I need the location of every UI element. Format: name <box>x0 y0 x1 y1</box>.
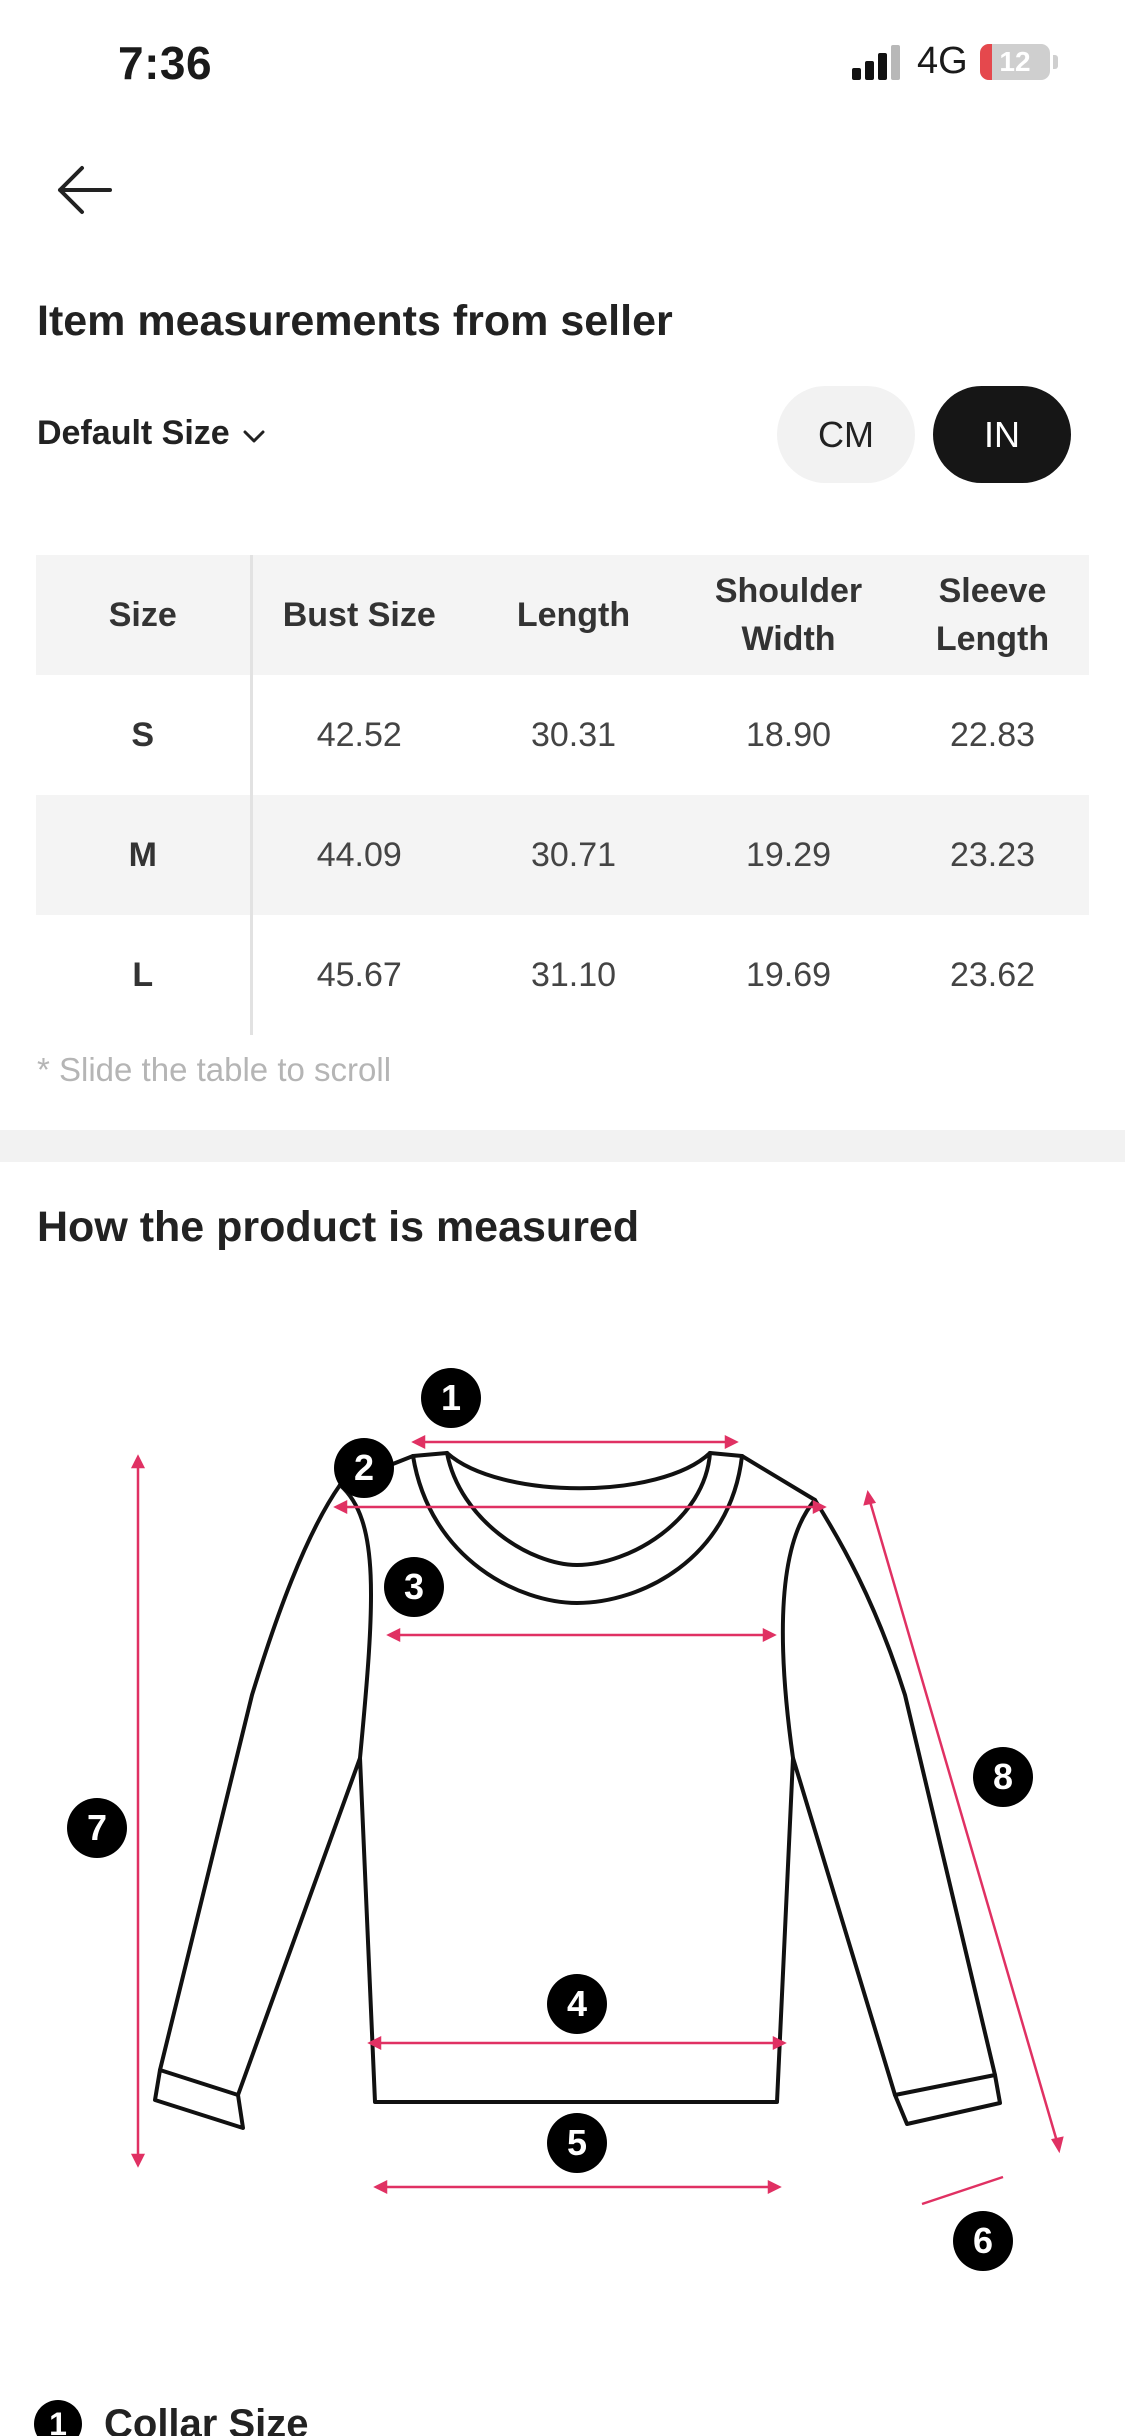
bust-cell: 44.09 <box>316 835 402 874</box>
battery-level: 12 <box>999 46 1031 77</box>
header-shoulder-width-text: Shoulder Width <box>714 572 863 658</box>
bust-cell: 45.67 <box>316 955 402 994</box>
scroll-hint: * Slide the table to scroll <box>37 1051 392 1088</box>
table-row: M 44.09 30.71 19.29 23.23 <box>36 795 1089 915</box>
battery-icon: 12 <box>980 44 1050 80</box>
marker-8: 8 <box>973 1747 1033 1807</box>
status-time: 7:36 <box>118 37 213 89</box>
marker-2-label: 2 <box>354 1447 374 1488</box>
size-cell: M <box>36 795 253 915</box>
header-bust-size: Bust Size <box>282 596 436 634</box>
unit-cm-button[interactable]: CM <box>777 386 915 483</box>
legend-item-collar-size: 1 Collar Size <box>34 2400 309 2436</box>
sweater-measurement-diagram: 1 2 3 4 5 6 7 8 <box>67 1368 1064 2271</box>
marker-3-label: 3 <box>404 1566 424 1607</box>
marker-1-label: 1 <box>441 1377 461 1418</box>
bust-cell: 42.52 <box>316 715 402 754</box>
marker-8-label: 8 <box>993 1756 1013 1797</box>
signal-icon <box>852 44 904 80</box>
header-size: Size <box>36 555 253 675</box>
marker-5: 5 <box>547 2113 607 2173</box>
status-bar: 7:36 4G 12 <box>0 0 1125 130</box>
page-title: Item measurements from seller <box>37 297 673 345</box>
header-sleeve-length-text: Sleeve Length <box>935 572 1050 658</box>
length-cell: 31.10 <box>530 955 617 994</box>
legend-label: Collar Size <box>104 2401 309 2436</box>
header-shoulder-width: Shoulder Width <box>681 555 896 675</box>
default-size-label: Default Size <box>37 414 230 452</box>
length-cell: 30.71 <box>530 835 617 874</box>
sleeve-cell: 23.62 <box>949 955 1036 994</box>
size-cell: S <box>36 675 253 795</box>
measurement-markers: 1 2 3 4 5 6 7 8 <box>67 1368 1033 2271</box>
section-divider <box>0 1130 1125 1162</box>
default-size-dropdown[interactable]: Default Size <box>37 414 266 453</box>
marker-7: 7 <box>67 1798 127 1858</box>
measure-section-title: How the product is measured <box>37 1203 640 1251</box>
marker-1: 1 <box>421 1368 481 1428</box>
sleeve-cell: 23.23 <box>949 835 1036 874</box>
size-cell: L <box>36 915 253 1035</box>
marker-4: 4 <box>547 1974 607 2034</box>
table-header-row: Size Bust Size Length Shoulder Width Slee… <box>36 555 1089 675</box>
length-cell: 30.31 <box>530 715 617 754</box>
arrow-left-icon <box>58 166 112 214</box>
table-row: S 42.52 30.31 18.90 22.83 <box>36 675 1089 795</box>
marker-4-label: 4 <box>567 1983 587 2024</box>
sleeve-cell: 22.83 <box>949 715 1036 754</box>
network-type: 4G <box>917 40 968 82</box>
shoulder-cell: 18.90 <box>745 715 832 754</box>
battery-tip <box>1053 55 1058 69</box>
marker-2: 2 <box>334 1438 394 1498</box>
header-sleeve-length: Sleeve Length <box>896 555 1089 675</box>
marker-6: 6 <box>953 2211 1013 2271</box>
back-button[interactable] <box>52 160 116 220</box>
marker-6-label: 6 <box>973 2220 993 2261</box>
shoulder-cell: 19.69 <box>745 955 832 994</box>
marker-5-label: 5 <box>567 2122 587 2163</box>
header-length: Length <box>516 596 631 634</box>
unit-in-button[interactable]: IN <box>933 386 1071 483</box>
table-row: L 45.67 31.10 19.69 23.62 <box>36 915 1089 1035</box>
legend-number: 1 <box>34 2400 82 2436</box>
chevron-down-icon <box>243 430 265 442</box>
marker-7-label: 7 <box>87 1807 107 1848</box>
marker-3: 3 <box>384 1557 444 1617</box>
measurement-table[interactable]: Size Bust Size Length Shoulder Width Slee… <box>36 555 1089 1035</box>
shoulder-cell: 19.29 <box>745 835 832 874</box>
